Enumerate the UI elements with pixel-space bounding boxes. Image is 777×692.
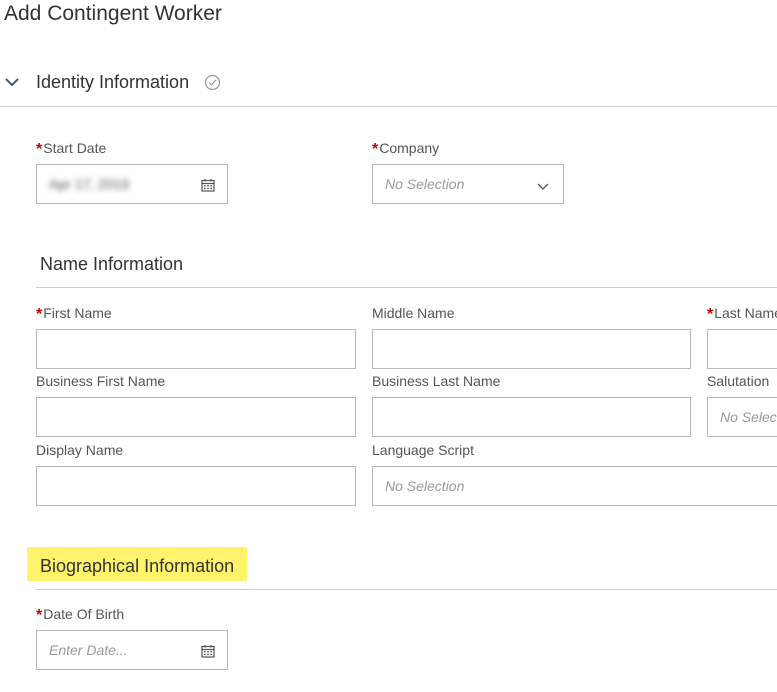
business-last-name-input[interactable] [372, 397, 691, 437]
date-of-birth-field[interactable]: Enter Date... [36, 630, 228, 670]
start-date-field[interactable]: Apr 17, 2019 [36, 164, 228, 204]
date-of-birth-placeholder: Enter Date... [49, 642, 128, 658]
chevron-down-icon [537, 179, 549, 191]
company-label: *Company [372, 140, 440, 158]
page-title: Add Contingent Worker [4, 2, 222, 25]
middle-name-label: Middle Name [372, 305, 455, 321]
start-date-label: *Start Date [36, 140, 107, 158]
section-divider [0, 106, 777, 107]
checkmark-circle-icon [204, 74, 221, 91]
business-last-name-label: Business Last Name [372, 373, 501, 389]
identity-section-title[interactable]: Identity Information [36, 72, 189, 93]
salutation-label: Salutation [707, 373, 770, 389]
salutation-select[interactable]: No Selection [707, 397, 777, 437]
company-select-value: No Selection [385, 176, 465, 192]
start-date-value: Apr 17, 2019 [49, 176, 130, 192]
required-marker: * [36, 607, 43, 624]
display-name-label: Display Name [36, 442, 124, 458]
chevron-down-icon[interactable] [4, 74, 20, 90]
language-script-select-value: No Selection [385, 478, 465, 494]
last-name-label: *Last Name [707, 305, 777, 323]
business-first-name-label: Business First Name [36, 373, 166, 389]
section-divider [36, 287, 777, 288]
last-name-input[interactable] [707, 329, 777, 369]
calendar-icon[interactable] [201, 644, 215, 658]
date-of-birth-label: *Date Of Birth [36, 606, 125, 624]
required-marker: * [36, 141, 43, 158]
bio-section-title: Biographical Information [40, 556, 235, 576]
salutation-select-value: No Selection [720, 409, 777, 425]
section-divider [36, 589, 777, 590]
language-script-select[interactable]: No Selection [372, 466, 777, 506]
required-marker: * [36, 306, 43, 323]
name-section-title: Name Information [40, 254, 184, 274]
required-marker: * [707, 306, 714, 323]
first-name-input[interactable] [36, 329, 356, 369]
required-marker: * [372, 141, 379, 158]
calendar-icon[interactable] [201, 178, 215, 192]
language-script-label: Language Script [372, 442, 474, 458]
first-name-label: *First Name [36, 305, 112, 323]
company-select[interactable]: No Selection [372, 164, 564, 204]
business-first-name-input[interactable] [36, 397, 356, 437]
middle-name-input[interactable] [372, 329, 691, 369]
display-name-input[interactable] [36, 466, 356, 506]
